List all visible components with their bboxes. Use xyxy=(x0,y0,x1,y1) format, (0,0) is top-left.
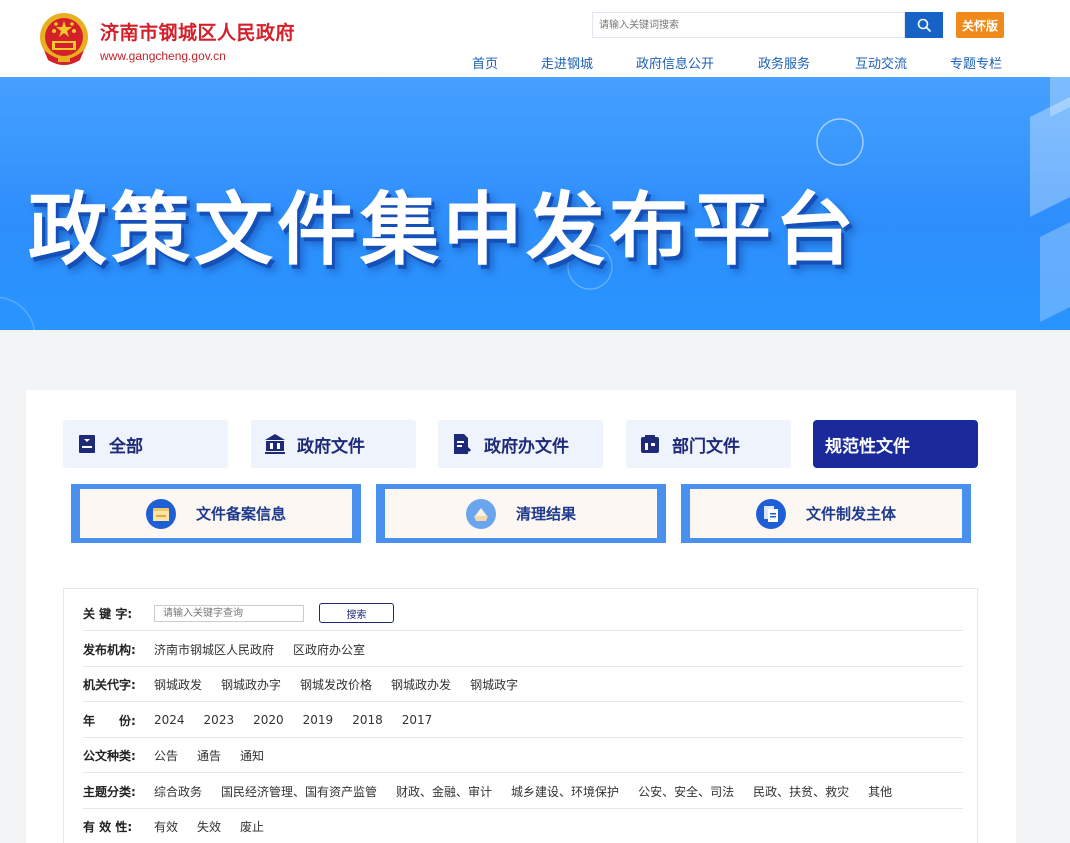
nav-home[interactable]: 首页 xyxy=(472,53,498,72)
nav-info-disclosure[interactable]: 政府信息公开 xyxy=(636,53,714,72)
department-icon xyxy=(638,432,662,456)
tab-normative-documents-label: 规范性文件 xyxy=(825,436,910,457)
filter-row-validity: 有 效 性: 有效 失效 废止 xyxy=(83,809,963,843)
filing-info-button[interactable]: 文件备案信息 xyxy=(71,484,361,543)
tab-all[interactable]: 全部 xyxy=(63,420,228,468)
filter-row-topic: 主题分类: 综合政务 国民经济管理、国有资产监管 财政、金融、审计 城乡建设、环… xyxy=(83,774,963,809)
government-building-icon xyxy=(263,432,287,456)
filter-option[interactable]: 通告 xyxy=(197,747,221,764)
keyword-input[interactable] xyxy=(154,604,304,622)
filter-option[interactable]: 钢城发改价格 xyxy=(300,676,372,693)
issuing-body-label: 文件制发主体 xyxy=(805,505,896,523)
brush-icon xyxy=(465,498,496,529)
policy-banner: 政策文件集中发布平台 xyxy=(0,77,1070,330)
cleanup-results-button[interactable]: 清理结果 xyxy=(376,484,666,543)
banner-title: 政策文件集中发布平台 xyxy=(28,184,858,276)
keyword-label: 关 键 字: xyxy=(83,606,133,621)
filter-label: 机关代字: xyxy=(83,677,136,692)
filter-option[interactable]: 综合政务 xyxy=(154,783,202,800)
tab-gov-documents-label: 政府文件 xyxy=(297,436,365,457)
document-icon xyxy=(75,432,99,456)
tab-gov-office-documents-label: 政府办文件 xyxy=(484,436,569,457)
filter-option[interactable]: 废止 xyxy=(240,818,264,835)
search-icon xyxy=(917,18,931,32)
site-search-button[interactable] xyxy=(905,12,943,38)
national-emblem-icon xyxy=(36,10,92,68)
tab-all-label: 全部 xyxy=(109,436,143,457)
nav-gov-services[interactable]: 政务服务 xyxy=(758,53,810,72)
filter-option[interactable]: 济南市钢城区人民政府 xyxy=(154,641,274,658)
filter-row-agency: 发布机构: 济南市钢城区人民政府 区政府办公室 xyxy=(83,632,963,667)
filter-option[interactable]: 钢城政发 xyxy=(154,676,202,693)
filter-option[interactable]: 其他 xyxy=(868,783,892,800)
filing-info-label: 文件备案信息 xyxy=(195,505,286,523)
keyword-search-button[interactable]: 搜索 xyxy=(319,603,394,623)
folder-icon xyxy=(145,498,176,529)
filter-label: 公文种类: xyxy=(83,748,136,763)
filter-option[interactable]: 民政、扶贫、救灾 xyxy=(753,783,849,800)
filter-option[interactable]: 2020 xyxy=(253,713,284,727)
filter-option[interactable]: 钢城政字 xyxy=(470,676,518,693)
filter-option[interactable]: 2019 xyxy=(303,713,334,727)
issuing-body-button[interactable]: 文件制发主体 xyxy=(681,484,971,543)
tab-department-documents[interactable]: 部门文件 xyxy=(626,420,791,468)
filter-option[interactable]: 公告 xyxy=(154,747,178,764)
filter-row-doc-type: 公文种类: 公告 通告 通知 xyxy=(83,738,963,773)
filter-option[interactable]: 2018 xyxy=(352,713,383,727)
tab-gov-documents[interactable]: 政府文件 xyxy=(251,420,416,468)
filter-option[interactable]: 有效 xyxy=(154,818,178,835)
cleanup-results-label: 清理结果 xyxy=(515,505,576,523)
tab-department-documents-label: 部门文件 xyxy=(672,436,740,457)
filter-option[interactable]: 财政、金融、审计 xyxy=(396,783,492,800)
filter-row-agency-code: 机关代字: 钢城政发 钢城政办字 钢城发改价格 钢城政办发 钢城政字 xyxy=(83,667,963,702)
filter-label: 主题分类: xyxy=(83,784,136,799)
filter-option[interactable]: 钢城政办发 xyxy=(391,676,451,693)
file-edit-icon xyxy=(450,432,474,456)
tab-normative-documents[interactable]: 规范性文件 xyxy=(813,420,978,468)
filter-label: 有 效 性: xyxy=(83,820,133,834)
filter-label: 年 份: xyxy=(83,713,136,728)
issuing-body-button-inner: 文件制发主体 xyxy=(690,489,962,538)
filter-label: 发布机构: xyxy=(83,642,136,657)
care-mode-button[interactable]: 关怀版 xyxy=(956,12,1004,38)
site-search-input[interactable] xyxy=(593,13,904,38)
filter-option[interactable]: 公安、安全、司法 xyxy=(638,783,734,800)
copy-document-icon xyxy=(755,498,786,529)
filter-option[interactable]: 2017 xyxy=(402,713,433,727)
nav-special-topics[interactable]: 专题专栏 xyxy=(950,53,1002,72)
nav-interaction[interactable]: 互动交流 xyxy=(855,53,907,72)
filter-option[interactable]: 2023 xyxy=(204,713,235,727)
filter-option[interactable]: 国民经济管理、国有资产监管 xyxy=(221,783,377,800)
filter-panel: 关 键 字: 搜索 发布机构: 济南市钢城区人民政府 区政府办公室 机关代字: … xyxy=(63,588,978,843)
filing-info-button-inner: 文件备案信息 xyxy=(80,489,352,538)
site-header: 济南市钢城区人民政府 www.gangcheng.gov.cn 关怀版 首页 走… xyxy=(0,0,1070,77)
filter-option[interactable]: 2024 xyxy=(154,713,185,727)
nav-about-gangcheng[interactable]: 走进钢城 xyxy=(541,53,593,72)
filter-option[interactable]: 通知 xyxy=(240,747,264,764)
cleanup-results-button-inner: 清理结果 xyxy=(385,489,657,538)
site-search-box xyxy=(592,12,905,38)
filter-row-keyword: 关 键 字: 搜索 xyxy=(83,596,963,631)
filter-row-year: 年 份: 2024 2023 2020 2019 2018 2017 xyxy=(83,703,963,738)
tab-gov-office-documents[interactable]: 政府办文件 xyxy=(438,420,603,468)
site-name: 济南市钢城区人民政府 xyxy=(100,22,296,44)
site-url: www.gangcheng.gov.cn xyxy=(100,49,226,63)
filter-option[interactable]: 钢城政办字 xyxy=(221,676,281,693)
filter-option[interactable]: 区政府办公室 xyxy=(293,641,365,658)
filter-option[interactable]: 城乡建设、环境保护 xyxy=(511,783,619,800)
filter-option[interactable]: 失效 xyxy=(197,818,221,835)
